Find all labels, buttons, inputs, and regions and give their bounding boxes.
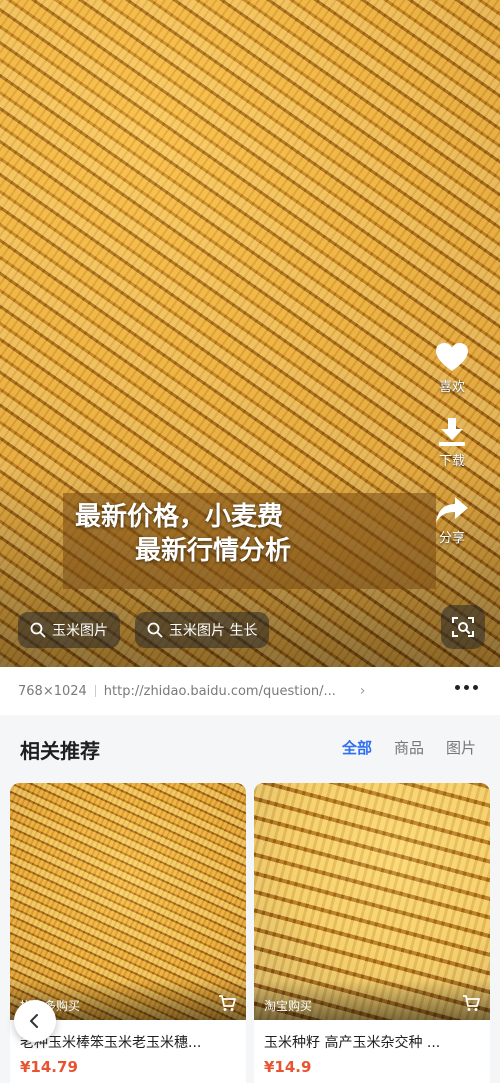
- more-options-icon[interactable]: [455, 685, 478, 690]
- search-icon: [30, 622, 46, 638]
- overlay-title: 最新价格，小麦费 最新行情分析: [75, 500, 405, 568]
- back-button[interactable]: [14, 1000, 56, 1042]
- filter-tabs: 全部 商品 图片: [342, 737, 476, 758]
- share-label: 分享: [438, 531, 465, 546]
- share-button[interactable]: 分享: [422, 496, 482, 546]
- image-dimensions: 768×1024: [18, 683, 87, 699]
- product-title[interactable]: 老种玉米棒笨玉米老玉米穗...: [20, 1032, 238, 1052]
- overlay-title-line2: 最新行情分析: [135, 536, 292, 566]
- source-bar[interactable]: 768×1024 http://zhidao.baidu.com/questio…: [0, 667, 500, 715]
- divider: [94, 685, 96, 697]
- like-label: 喜欢: [438, 380, 465, 395]
- search-chip-corn-images[interactable]: 玉米图片: [18, 612, 120, 648]
- tab-products[interactable]: 商品: [394, 737, 424, 758]
- overlay-title-line1: 最新价格，小麦费: [75, 502, 284, 532]
- product-card[interactable]: 淘宝购买 玉米种籽 高产玉米杂交种 ... ¥14.9: [254, 783, 490, 1083]
- scan-button[interactable]: [441, 605, 485, 649]
- chevron-left-icon: [30, 1014, 38, 1028]
- download-button[interactable]: 下载: [422, 417, 482, 469]
- related-title: 相关推荐: [20, 739, 100, 763]
- tab-images[interactable]: 图片: [446, 737, 476, 758]
- chip-label: 玉米图片: [52, 623, 108, 639]
- related-header: 相关推荐 全部 商品 图片: [0, 715, 500, 781]
- search-chip-corn-growth[interactable]: 玉米图片 生长: [135, 612, 270, 648]
- chip-label: 玉米图片 生长: [169, 623, 258, 639]
- tab-all[interactable]: 全部: [342, 737, 372, 758]
- cart-icon[interactable]: [462, 994, 480, 1012]
- chevron-right-icon: ›: [359, 683, 366, 699]
- download-icon: [439, 418, 465, 446]
- product-source: 淘宝购买: [264, 999, 313, 1013]
- product-price: ¥14.79: [20, 1058, 78, 1076]
- share-icon: [436, 497, 468, 523]
- product-title[interactable]: 玉米种籽 高产玉米杂交种 ...: [264, 1032, 482, 1052]
- product-results: 拼多多购买 老种玉米棒笨玉米老玉米穗... ¥14.79 淘宝购买 玉米种籽 高…: [0, 781, 500, 1083]
- source-url-link[interactable]: http://zhidao.baidu.com/question/...: [104, 684, 354, 699]
- product-price: ¥14.9: [264, 1058, 312, 1076]
- download-label: 下载: [438, 454, 465, 469]
- heart-icon: [436, 343, 468, 371]
- cart-icon[interactable]: [218, 994, 236, 1012]
- like-button[interactable]: 喜欢: [422, 343, 482, 395]
- search-icon: [147, 622, 163, 638]
- scan-icon: [452, 617, 474, 637]
